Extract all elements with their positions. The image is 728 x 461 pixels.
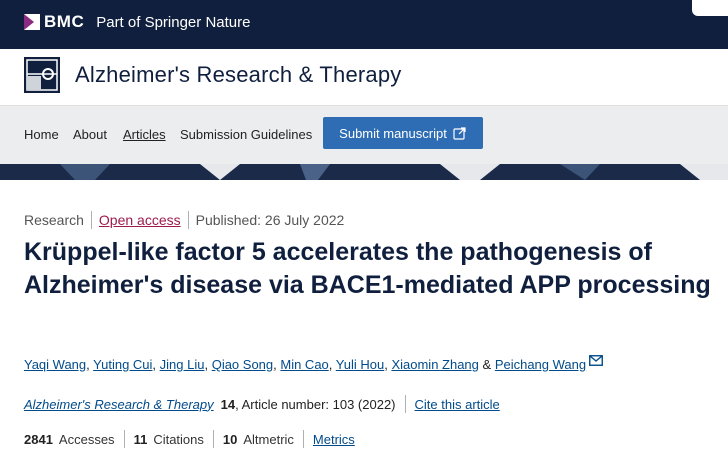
mail-icon[interactable] [589, 355, 604, 366]
citations-count: 11 [133, 431, 148, 447]
journal-citation-link[interactable]: Alzheimer's Research & Therapy [24, 397, 214, 412]
submit-manuscript-label: Submit manuscript [339, 125, 447, 141]
article-title: Krüppel-like factor 5 accelerates the pa… [24, 238, 711, 299]
author-link[interactable]: Yaqi Wang [24, 357, 86, 372]
journal-title[interactable]: Alzheimer's Research & Therapy [75, 62, 401, 88]
publisher-tagline: Part of Springer Nature [96, 13, 251, 31]
nav-submission-guidelines[interactable]: Submission Guidelines [180, 127, 312, 142]
altmetric-label: Altmetric [243, 431, 294, 447]
nav-articles[interactable]: Articles [123, 127, 166, 142]
accesses-label: Accesses [58, 431, 115, 447]
article-number: , Article number: 103 (2022) [235, 396, 396, 412]
author-list: Yaqi Wang, Yuting Cui, Jing Liu, Qiao So… [24, 355, 604, 372]
author-link[interactable]: Yuting Cui [93, 357, 152, 372]
cite-this-article-link[interactable]: Cite this article [415, 397, 500, 412]
citation-line: Alzheimer's Research & Therapy 14 , Arti… [24, 395, 500, 413]
article-type: Research [24, 212, 84, 228]
external-link-icon [453, 127, 466, 140]
bmc-logo[interactable]: BMC Part of Springer Nature [24, 12, 250, 32]
author-link[interactable]: Min Cao [280, 357, 328, 372]
article-metrics: 2841 Accesses 11 Citations 10 Altmetric … [24, 430, 355, 448]
bmc-logo-icon [24, 14, 40, 30]
altmetric-count: 10 [222, 431, 238, 447]
citation-divider [404, 395, 406, 413]
author-link[interactable]: Qiao Song [212, 357, 273, 372]
published-date: Published: 26 July 2022 [195, 212, 345, 228]
nav-about[interactable]: About [73, 127, 107, 142]
journal-logo-icon[interactable] [24, 57, 60, 93]
metrics-divider [123, 430, 125, 448]
submit-manuscript-button[interactable]: Submit manuscript [323, 117, 483, 149]
metrics-link[interactable]: Metrics [313, 432, 355, 447]
accesses-count: 2841 [24, 431, 53, 447]
meta-divider [90, 211, 92, 229]
author-link[interactable]: Peichang Wang [495, 357, 586, 372]
metrics-divider [302, 430, 304, 448]
author-link[interactable]: Jing Liu [160, 357, 205, 372]
citations-label: Citations [153, 431, 204, 447]
volume-number: 14 [220, 396, 236, 412]
publisher-bar: BMC Part of Springer Nature [0, 0, 728, 49]
author-link[interactable]: Xiaomin Zhang [391, 357, 478, 372]
metrics-divider [212, 430, 214, 448]
article-meta: Research Open access Published: 26 July … [24, 211, 344, 229]
account-button[interactable] [692, 0, 728, 16]
bmc-brand: BMC [44, 12, 85, 31]
decorative-banner [0, 164, 728, 180]
meta-divider [187, 211, 189, 229]
nav-home[interactable]: Home [24, 127, 59, 142]
author-link[interactable]: Yuli Hou [336, 357, 384, 372]
open-access-link[interactable]: Open access [99, 212, 181, 228]
